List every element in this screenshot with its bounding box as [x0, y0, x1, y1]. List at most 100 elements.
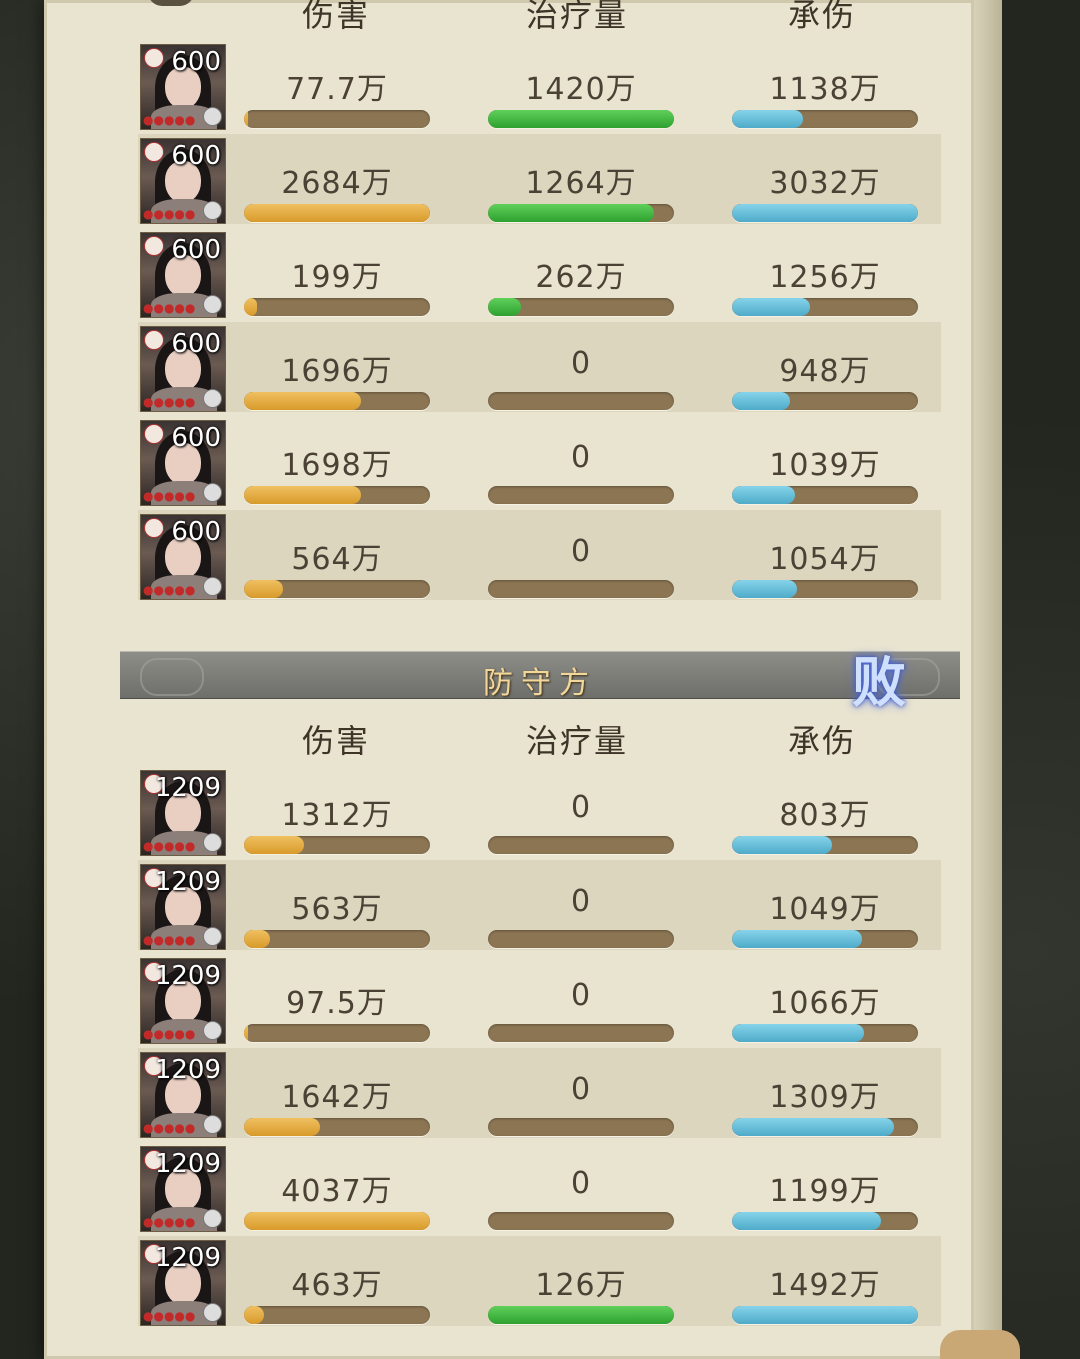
damage-bar-fill — [244, 1024, 248, 1042]
hero-level: 600 — [171, 47, 221, 77]
hero-stats-row: 600 ●●●●● 2684万 1264万 3032万 — [138, 134, 941, 224]
damage-cell: 2684万 — [244, 140, 430, 224]
tank-bar-fill — [732, 1212, 881, 1230]
damage-bar — [244, 1212, 430, 1230]
tank-bar — [732, 930, 918, 948]
hero-stats-row: 1209 ●●●●● 1642万 0 1309万 — [138, 1048, 941, 1138]
hero-avatar[interactable]: 1209 ●●●●● — [140, 1146, 226, 1232]
heal-bar — [488, 392, 674, 410]
damage-cell: 199万 — [244, 234, 430, 318]
damage-bar — [244, 204, 430, 222]
star-rank-icon: ●●●●● — [143, 113, 196, 127]
hero-level: 1209 — [154, 773, 221, 803]
hero-avatar[interactable]: 1209 ●●●●● — [140, 1052, 226, 1138]
hero-level: 600 — [171, 329, 221, 359]
heal-value: 0 — [570, 790, 592, 825]
heal-value: 0 — [570, 978, 592, 1013]
hero-avatar[interactable]: 600 ●●●●● — [140, 138, 226, 224]
heal-cell: 1420万 — [488, 46, 674, 130]
tank-bar-fill — [732, 930, 863, 948]
tank-value: 1049万 — [769, 892, 881, 927]
damage-value: 1312万 — [281, 798, 393, 833]
heal-bar — [488, 204, 674, 222]
hero-stats-row: 600 ●●●●● 77.7万 1420万 1138万 — [138, 40, 941, 130]
class-badge-icon — [203, 201, 222, 220]
element-icon — [144, 330, 164, 350]
hero-stats-row: 1209 ●●●●● 97.5万 0 1066万 — [138, 954, 941, 1044]
class-badge-icon — [203, 927, 222, 946]
hero-stats-row: 1209 ●●●●● 1312万 0 803万 — [138, 766, 941, 856]
tank-cell: 3032万 — [732, 140, 918, 224]
heal-value: 1420万 — [525, 72, 637, 107]
hero-avatar[interactable]: 600 ●●●●● — [140, 326, 226, 412]
damage-value: 463万 — [291, 1268, 383, 1303]
tank-bar-fill — [732, 580, 798, 598]
damage-bar-fill — [244, 298, 258, 316]
damage-bar-fill — [244, 1118, 321, 1136]
tank-value: 1256万 — [769, 260, 881, 295]
damage-cell: 1312万 — [244, 772, 430, 856]
heal-cell: 262万 — [488, 234, 674, 318]
header-heal-defender: 治疗量 — [526, 722, 629, 760]
damage-value: 1698万 — [281, 448, 393, 483]
tank-cell: 1066万 — [732, 960, 918, 1044]
tank-value: 1138万 — [769, 72, 881, 107]
damage-value: 1642万 — [281, 1080, 393, 1115]
heal-cell: 0 — [488, 516, 674, 600]
hero-level: 1209 — [154, 1149, 221, 1179]
heal-value: 262万 — [535, 260, 627, 295]
header-damage-attacker: 伤害 — [302, 0, 371, 34]
tank-cell: 803万 — [732, 772, 918, 856]
tank-bar-fill — [732, 204, 918, 222]
class-badge-icon — [203, 1115, 222, 1134]
tank-cell: 1054万 — [732, 516, 918, 600]
hero-avatar[interactable]: 600 ●●●●● — [140, 232, 226, 318]
tank-bar-fill — [732, 392, 790, 410]
hero-avatar[interactable]: 1209 ●●●●● — [140, 770, 226, 856]
class-badge-icon — [203, 833, 222, 852]
damage-cell: 1696万 — [244, 328, 430, 412]
damage-value: 1696万 — [281, 354, 393, 389]
tank-bar-fill — [732, 298, 811, 316]
class-badge-icon — [203, 1021, 222, 1040]
tank-cell: 948万 — [732, 328, 918, 412]
hero-stats-row: 600 ●●●●● 199万 262万 1256万 — [138, 228, 941, 318]
heal-value: 0 — [570, 1166, 592, 1201]
header-damage-defender: 伤害 — [302, 722, 371, 760]
hero-avatar[interactable]: 600 ●●●●● — [140, 514, 226, 600]
heal-bar — [488, 298, 674, 316]
damage-cell: 463万 — [244, 1242, 430, 1326]
hero-avatar[interactable]: 1209 ●●●●● — [140, 864, 226, 950]
hero-avatar[interactable]: 1209 ●●●●● — [140, 1240, 226, 1326]
class-badge-icon — [203, 1303, 222, 1322]
star-rank-icon: ●●●●● — [143, 1309, 196, 1323]
tank-bar-fill — [732, 1024, 865, 1042]
defeat-badge: 败 — [852, 650, 906, 714]
class-badge-icon — [203, 295, 222, 314]
heal-value: 1264万 — [525, 166, 637, 201]
class-badge-icon — [203, 107, 222, 126]
tank-bar — [732, 110, 918, 128]
tank-value: 1066万 — [769, 986, 881, 1021]
header-heal-attacker: 治疗量 — [526, 0, 629, 34]
heal-bar — [488, 1024, 674, 1042]
header-tank-defender: 承伤 — [788, 722, 857, 760]
hero-level: 1209 — [154, 1243, 221, 1273]
hero-stats-row: 1209 ●●●●● 4037万 0 1199万 — [138, 1142, 941, 1232]
tank-value: 1309万 — [769, 1080, 881, 1115]
hero-level: 600 — [171, 141, 221, 171]
hero-avatar[interactable]: 1209 ●●●●● — [140, 958, 226, 1044]
tank-cell: 1492万 — [732, 1242, 918, 1326]
hero-avatar[interactable]: 600 ●●●●● — [140, 44, 226, 130]
heal-value: 0 — [570, 440, 592, 475]
heal-cell: 0 — [488, 422, 674, 506]
damage-bar — [244, 1024, 430, 1042]
damage-value: 564万 — [291, 542, 383, 577]
heal-value: 0 — [570, 346, 592, 381]
heal-cell: 0 — [488, 866, 674, 950]
damage-bar — [244, 1306, 430, 1324]
hero-avatar[interactable]: 600 ●●●●● — [140, 420, 226, 506]
tank-bar — [732, 1118, 918, 1136]
hero-level: 1209 — [154, 1055, 221, 1085]
heal-value: 0 — [570, 884, 592, 919]
